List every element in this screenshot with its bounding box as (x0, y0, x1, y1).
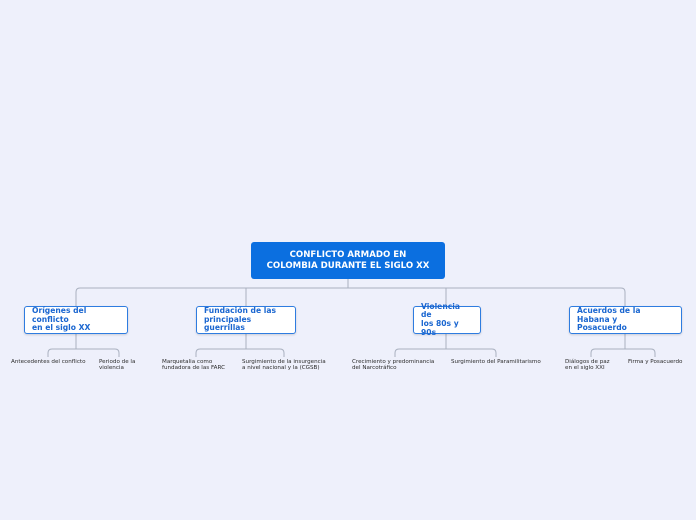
topic-acuerdos[interactable]: Acuerdos de la Habana y Posacuerdo (569, 306, 682, 334)
topic-line1: Orígenes del conflicto (32, 306, 87, 324)
subtopic-firma[interactable]: Firma y Posacuerdo (628, 359, 682, 365)
connector-t4 (590, 334, 656, 357)
subtopic-narcotrafico[interactable]: Crecimiento y predominancia del Narcotrá… (352, 359, 434, 372)
connector-t2 (195, 334, 285, 357)
subtopic-line2: a nivel nacional y la (CGSB) (242, 365, 320, 372)
subtopic-line1: Firma y Posacuerdo (628, 359, 683, 365)
mind-map-canvas: CONFLICTO ARMADO EN COLOMBIA DURANTE EL … (0, 0, 696, 520)
topic-line2: Posacuerdo (577, 323, 627, 333)
topic-line1: Violencia de (421, 301, 460, 320)
subtopic-line2: del Narcotráfico (352, 365, 397, 372)
central-topic-line2: COLOMBIA DURANTE EL SIGLO XX (266, 260, 430, 271)
central-topic[interactable]: CONFLICTO ARMADO EN COLOMBIA DURANTE EL … (251, 242, 445, 279)
topic-line2: en el siglo XX (32, 323, 91, 333)
subtopic-line2: violencia (99, 365, 124, 372)
central-topic-line1: CONFLICTO ARMADO EN (289, 249, 407, 260)
connector-t3 (394, 334, 497, 357)
connector-t1 (47, 334, 120, 357)
subtopic-paramilitarismo[interactable]: Surgimiento del Paramilitarismo (451, 359, 541, 365)
subtopic-periodo[interactable]: Periodo de la violencia (99, 359, 135, 372)
subtopic-antecedentes[interactable]: Antecedentes del conflicto (11, 359, 86, 365)
topic-line2: principales guerrillas (204, 314, 252, 333)
subtopic-dialogos[interactable]: Diálogos de paz en el siglo XXI (565, 359, 610, 372)
subtopic-marquetalia[interactable]: Marquetalia como fundadora de las FARC (162, 359, 225, 372)
subtopic-line1: Antecedentes del conflicto (11, 359, 86, 365)
topic-violencia[interactable]: Violencia de los 80s y 90s (413, 301, 481, 337)
subtopic-line2: en el siglo XXI (565, 365, 605, 372)
subtopic-insurgencia[interactable]: Surgimiento de la insurgencia a nivel na… (242, 359, 326, 372)
connector-trunk-left (75, 287, 348, 306)
topic-origenes[interactable]: Orígenes del conflicto en el siglo XX (24, 306, 128, 334)
subtopic-line2: fundadora de las FARC (162, 365, 226, 372)
topic-line2: los 80s y 90s (421, 319, 459, 337)
connector-trunk-right (348, 287, 626, 306)
topic-line1: Acuerdos de la Habana y (577, 306, 641, 324)
topic-fundacion[interactable]: Fundación de las principales guerrillas (196, 306, 296, 334)
subtopic-line1: Surgimiento del Paramilitarismo (451, 359, 541, 365)
